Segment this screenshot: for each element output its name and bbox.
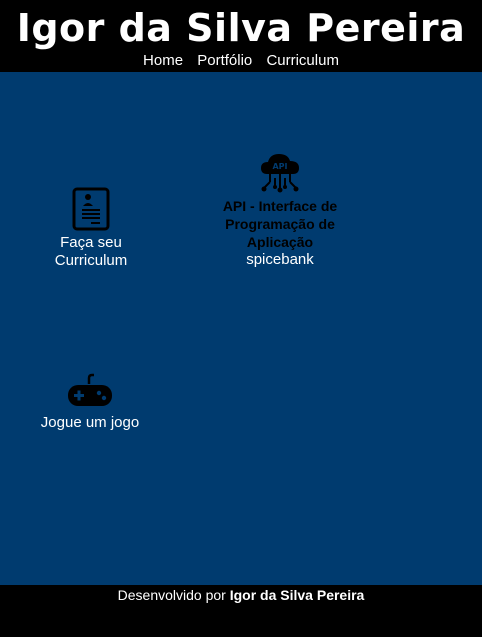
api-card-label: API - Interface de Programação de Aplica… (222, 198, 338, 250)
api-icon-text: API (272, 162, 287, 171)
nav-portfolio-link[interactable]: Portfólio (197, 52, 252, 69)
site-footer: Desenvolvido por Igor da Silva Pereira (0, 585, 482, 637)
resume-icon (72, 187, 110, 231)
footer-credit: Desenvolvido por Igor da Silva Pereira (0, 586, 482, 604)
gamepad-icon (68, 373, 112, 406)
main-nav: Home Portfólio Curriculum (0, 52, 482, 70)
api-card-subtitle: spicebank (246, 251, 314, 268)
curriculum-card-label: Faça seu Curriculum (54, 234, 128, 269)
game-card[interactable]: Jogue um jogo (20, 372, 160, 432)
nav-home-link[interactable]: Home (143, 52, 183, 69)
game-card-label: Jogue um jogo (40, 414, 140, 431)
footer-author: Igor da Silva Pereira (229, 587, 365, 603)
api-card[interactable]: API API - Interface de Programação de Ap… (205, 150, 355, 269)
footer-credit-prefix: Desenvolvido por (117, 587, 230, 603)
nav-curriculum-link[interactable]: Curriculum (266, 52, 339, 69)
main-content: Faça seu Curriculum API API - Interface … (0, 72, 482, 585)
curriculum-card[interactable]: Faça seu Curriculum (30, 187, 152, 270)
site-title: Igor da Silva Pereira (16, 6, 466, 50)
api-cloud-icon: API (261, 154, 299, 193)
site-header: Igor da Silva Pereira Home Portfólio Cur… (0, 0, 482, 72)
